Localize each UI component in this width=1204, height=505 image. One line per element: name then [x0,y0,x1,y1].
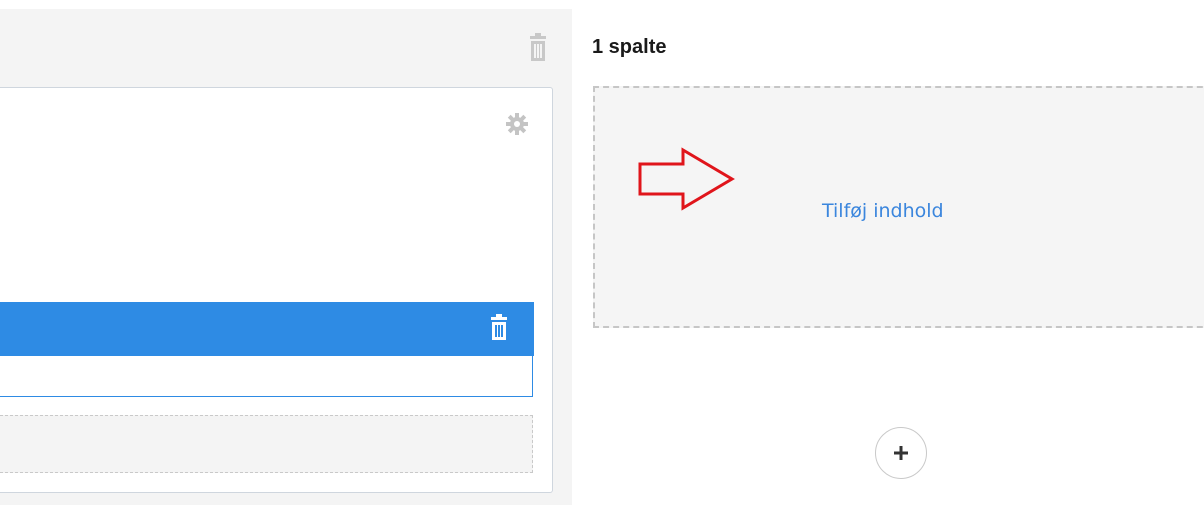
page-builder: 1 spalte Tilføj indhold [0,0,1204,505]
selected-row-body[interactable] [0,356,533,397]
delete-section-trash-icon[interactable] [527,33,549,63]
column-title: 1 spalte [592,36,667,58]
add-content-link[interactable]: Tilføj indhold [822,200,944,222]
trash-icon[interactable] [488,314,510,342]
arrow-right-icon [636,146,736,212]
add-content-dropzone-left[interactable] [0,415,533,473]
add-row-button[interactable] [875,427,927,479]
plus-icon [894,446,908,460]
gear-icon[interactable] [505,112,529,136]
selected-row-header[interactable] [0,302,534,356]
